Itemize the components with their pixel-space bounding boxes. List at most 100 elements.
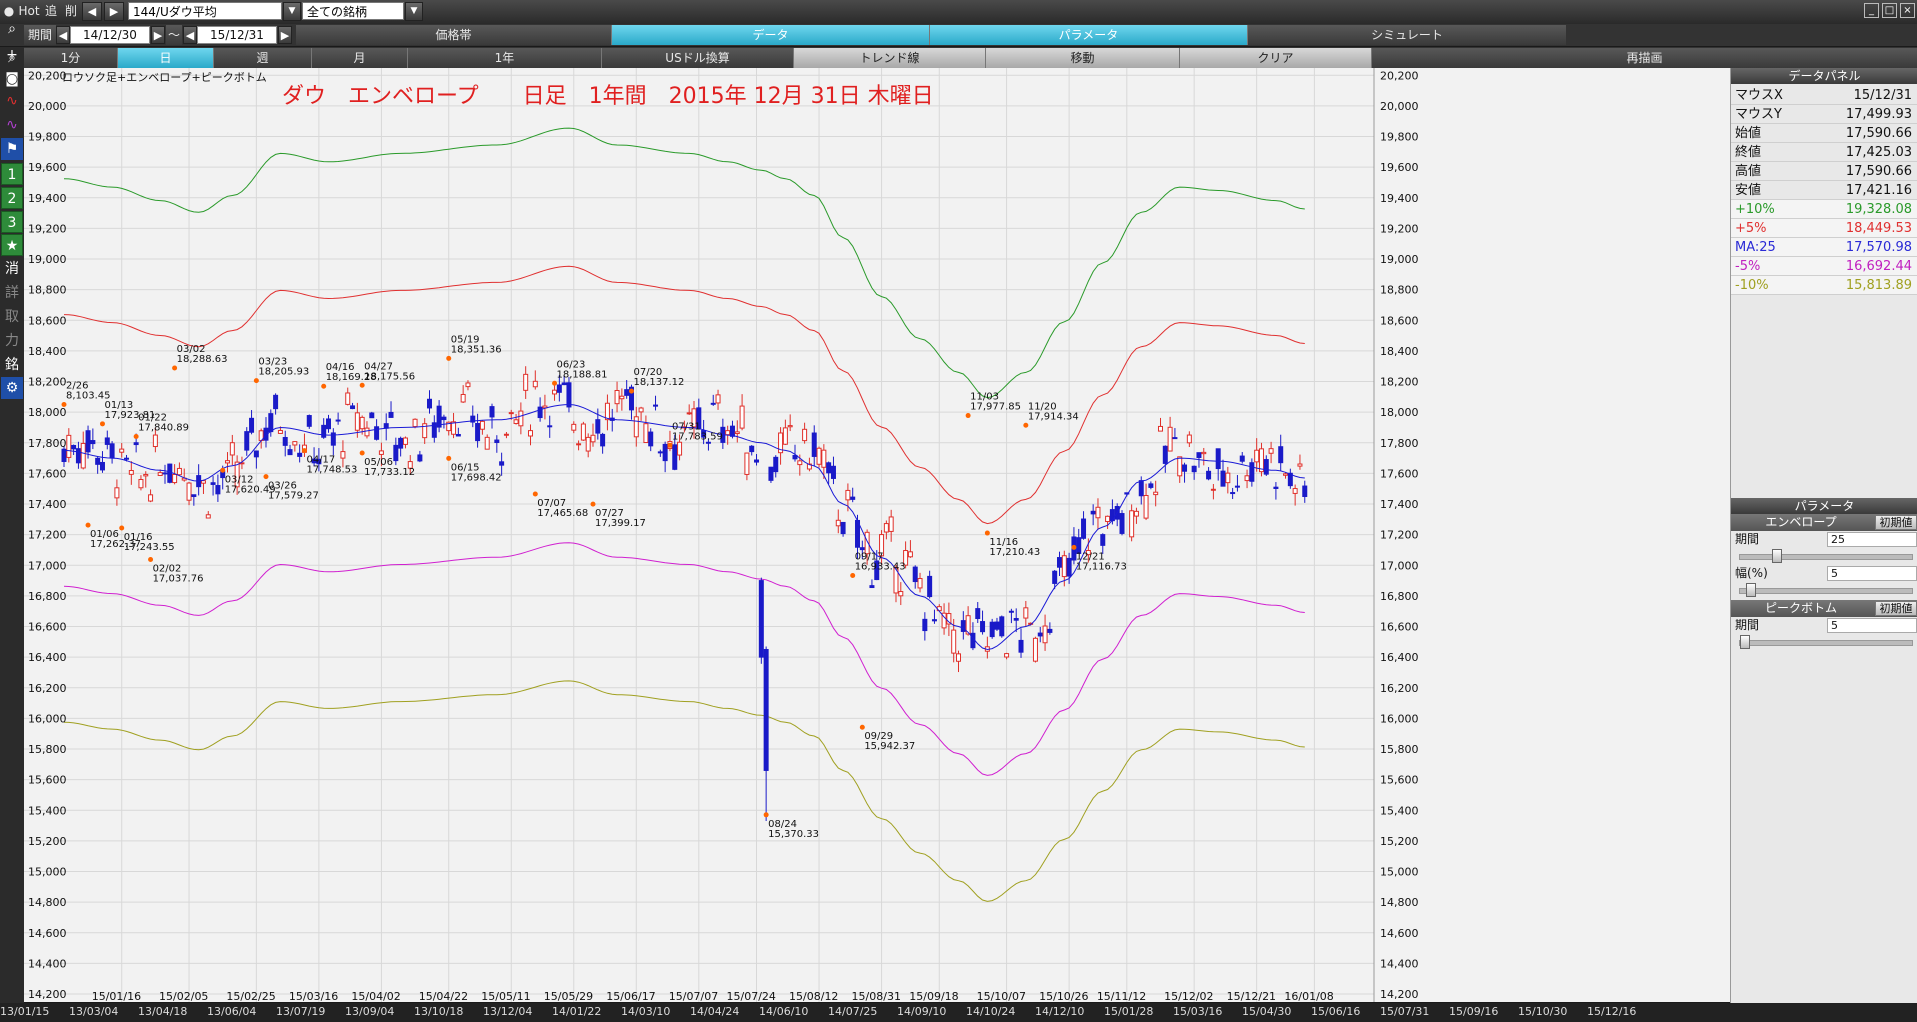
redraw-button[interactable]: 再描画: [1372, 48, 1917, 68]
envelope-row: -5% 16,692.44: [1731, 257, 1917, 276]
peak-marker: [446, 355, 452, 361]
preset-1-button[interactable]: 1: [1, 163, 23, 185]
add-button[interactable]: 追: [42, 2, 60, 21]
timeframe-month-button[interactable]: 月: [312, 48, 408, 68]
input-button[interactable]: 力: [1, 330, 23, 352]
candle-body: [1119, 513, 1125, 534]
candle-body: [61, 448, 67, 463]
peakbottom-reset-button[interactable]: 初期値: [1875, 601, 1917, 616]
candle-body: [1283, 473, 1289, 476]
search-icon[interactable]: ⌕: [1, 18, 23, 40]
candle-body: [994, 621, 1000, 630]
peak-value-label: 17,579.27: [268, 491, 319, 502]
symbol-field[interactable]: 144/Uダウ平均: [128, 2, 282, 20]
candle-body: [1167, 426, 1173, 452]
data-row-value: 17,590.66: [1845, 126, 1912, 141]
candle-body: [508, 412, 514, 415]
candle-body: [1008, 610, 1014, 613]
symbol-button[interactable]: 銘: [1, 354, 23, 376]
fetch-button[interactable]: 取: [1, 306, 23, 328]
period-slider[interactable]: [1739, 549, 1913, 563]
usd-convert-button[interactable]: USドル換算: [602, 48, 794, 68]
move-button[interactable]: 移動: [986, 48, 1180, 68]
minimize-icon[interactable]: _: [1864, 3, 1879, 18]
width-slider-knob[interactable]: [1746, 583, 1756, 597]
range-1year-button[interactable]: 1年: [408, 48, 602, 68]
candle-body: [282, 436, 288, 446]
universe-field[interactable]: 全ての銘柄: [302, 2, 404, 20]
candle-body: [378, 450, 384, 455]
peak-marker: [133, 434, 139, 440]
right-axis-bg: [1374, 68, 1730, 1002]
tab-data[interactable]: データ: [612, 25, 930, 45]
preset-2-button[interactable]: 2: [1, 187, 23, 209]
x-tick-label: 15/12/02: [1164, 990, 1213, 1002]
flag-icon[interactable]: ⚑: [1, 138, 23, 160]
y-tick-label-left: 16,000: [28, 712, 67, 725]
candle-body: [725, 430, 731, 436]
data-row-key: 終値: [1735, 145, 1762, 160]
candle-body: [71, 444, 77, 450]
period-row: 期間 ◀ 14/12/30 ▶ ～ ◀ 15/12/31 ▶ 価格帯 データ パ…: [0, 24, 1917, 46]
y-tick-label-left: 15,000: [28, 866, 67, 879]
candle-body: [417, 454, 423, 462]
line-chart-icon[interactable]: ∿: [1, 90, 23, 112]
gear-icon[interactable]: ⚙: [1, 377, 23, 399]
tab-parameter[interactable]: パラメータ: [930, 25, 1248, 45]
overview-date-label: 13/01/15: [0, 1005, 50, 1018]
width-slider[interactable]: [1739, 583, 1913, 597]
end-prev-icon[interactable]: ◀: [183, 26, 197, 44]
start-date-field[interactable]: 14/12/30: [70, 26, 150, 44]
candle-body: [460, 393, 466, 403]
star-icon[interactable]: ★: [1, 234, 23, 256]
prev-symbol-icon[interactable]: ◀: [82, 2, 102, 21]
peakbottom-label: ピークボトム: [1764, 601, 1837, 615]
overview-axis[interactable]: 13/01/15 13/03/04 13/04/18 13/06/04 13/07/19…: [0, 1003, 1917, 1022]
peak-period-field[interactable]: 5: [1827, 618, 1917, 633]
maximize-icon[interactable]: □: [1882, 3, 1897, 18]
candle-body: [364, 427, 370, 437]
peak-period-knob[interactable]: [1740, 635, 1750, 649]
universe-dropdown-icon[interactable]: ▼: [405, 2, 423, 21]
peak-value-label: 17,840.89: [138, 423, 189, 434]
y-tick-label-right: 20,000: [1380, 100, 1419, 113]
period-value-field[interactable]: 25: [1827, 532, 1917, 547]
preset-3-button[interactable]: 3: [1, 211, 23, 233]
y-tick-label-left: 15,800: [28, 743, 67, 756]
data-row: マウスY 17,499.93: [1731, 105, 1917, 124]
detail-button[interactable]: 詳: [1, 282, 23, 304]
candle-body: [931, 619, 937, 622]
width-value-field[interactable]: 5: [1827, 566, 1917, 581]
trendline-button[interactable]: トレンド線: [794, 48, 986, 68]
candle-body: [451, 421, 457, 435]
chart-area[interactable]: 2/26 8,103.45 01/13 17,923.81 01/22 17,840.89…: [24, 68, 1730, 1002]
indicator-icon[interactable]: ∿: [1, 114, 23, 136]
next-symbol-icon[interactable]: ▶: [104, 2, 124, 21]
overview-date-label: 13/12/04: [483, 1005, 533, 1018]
erase-button[interactable]: 消: [1, 258, 23, 280]
timeframe-1min-button[interactable]: 1分: [24, 48, 118, 68]
x-tick-label: 15/05/29: [544, 990, 593, 1002]
symbol-dropdown-icon[interactable]: ▼: [283, 2, 301, 21]
envelope-reset-button[interactable]: 初期値: [1875, 515, 1917, 530]
delete-button[interactable]: 削: [62, 2, 80, 21]
start-prev-icon[interactable]: ◀: [56, 26, 70, 44]
camera-icon[interactable]: ◙: [1, 68, 23, 90]
peak-period-slider[interactable]: [1739, 635, 1913, 649]
period-slider-knob[interactable]: [1772, 549, 1782, 563]
peak-marker: [763, 812, 769, 818]
candle-body: [1013, 618, 1019, 621]
start-next-icon[interactable]: ▶: [151, 26, 165, 44]
crosshair-icon[interactable]: +: [1, 44, 23, 66]
close-icon[interactable]: ×: [1900, 3, 1915, 18]
end-next-icon[interactable]: ▶: [278, 26, 292, 44]
clear-button[interactable]: クリア: [1180, 48, 1372, 68]
candle-body: [912, 566, 918, 583]
end-date-field[interactable]: 15/12/31: [197, 26, 277, 44]
tab-simulate[interactable]: シミュレート: [1248, 25, 1566, 45]
timeframe-week-button[interactable]: 週: [214, 48, 312, 68]
tab-price-band[interactable]: 価格帯: [296, 25, 612, 45]
timeframe-day-button[interactable]: 日: [118, 48, 214, 68]
price-chart[interactable]: 2/268,103.4501/1317,923.8101/2217,840.89…: [24, 68, 1730, 1002]
data-row-key: 高値: [1735, 164, 1762, 179]
